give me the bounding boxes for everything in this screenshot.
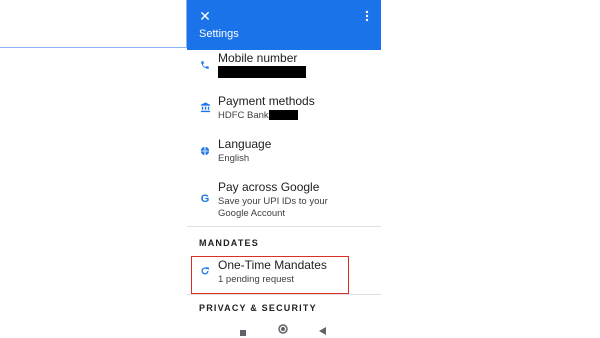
highlight-box [191, 256, 349, 294]
language-value: English [218, 153, 250, 164]
section-header-mandates: MANDATES [199, 238, 259, 248]
recents-square-icon[interactable] [240, 323, 246, 338]
more-vert-icon[interactable] [361, 8, 373, 24]
system-nav-bar [187, 314, 381, 338]
bank-icon [199, 101, 211, 113]
globe-icon [199, 145, 211, 157]
payment-methods-label: Payment methods [218, 94, 315, 108]
page-title: Settings [199, 28, 239, 40]
language-label: Language [218, 137, 272, 151]
divider [187, 226, 381, 227]
mobile-number-row[interactable]: Mobile number [187, 50, 381, 83]
close-icon[interactable]: ✕ [197, 8, 213, 24]
pay-across-google-desc-1: Save your UPI IDs to your [218, 196, 328, 207]
app-bar: ✕ Settings [187, 0, 381, 50]
pay-across-google-desc-2: Google Account [218, 208, 286, 219]
google-g-icon: G [200, 193, 210, 205]
section-header-privacy: PRIVACY & SECURITY [199, 303, 317, 313]
redacted-account [268, 110, 298, 121]
background-window-corner [0, 0, 187, 48]
phone-icon [199, 59, 211, 71]
language-row[interactable]: Language English [187, 136, 381, 168]
redacted-phone-number [218, 66, 306, 78]
payment-methods-row[interactable]: Payment methods HDFC Bank [187, 92, 381, 126]
home-circle-icon[interactable] [278, 321, 288, 338]
pay-across-google-row[interactable]: G Pay across Google Save your UPI IDs to… [187, 178, 381, 224]
pay-across-google-label: Pay across Google [218, 180, 320, 194]
mobile-number-label: Mobile number [218, 51, 298, 65]
bank-name: HDFC Bank [218, 110, 269, 121]
payment-methods-sub: HDFC Bank [218, 110, 298, 122]
back-triangle-icon[interactable] [319, 322, 326, 338]
divider [187, 294, 381, 295]
